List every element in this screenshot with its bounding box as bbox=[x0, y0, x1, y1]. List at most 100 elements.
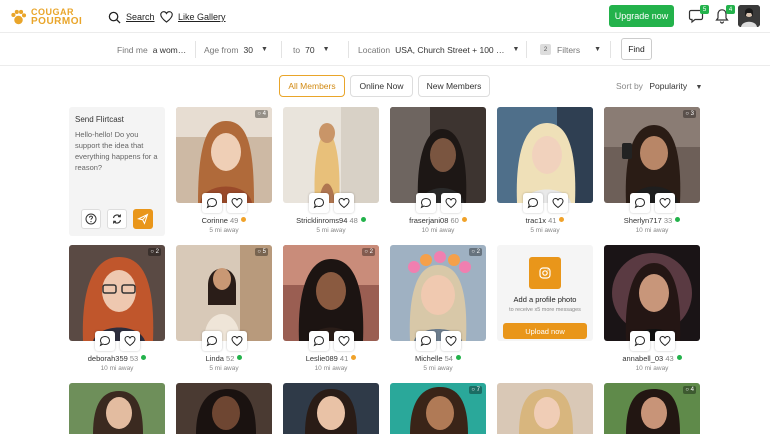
member-photo[interactable]: ○ 4 bbox=[176, 107, 272, 203]
photo-count: ○ 3 bbox=[683, 110, 696, 118]
chat-bubble-icon bbox=[313, 197, 325, 209]
member-name-line: Corinne 49 bbox=[176, 216, 272, 225]
user-avatar[interactable] bbox=[738, 5, 760, 27]
find-button[interactable]: Find bbox=[621, 38, 652, 60]
member-distance: 10 mi away bbox=[635, 365, 669, 372]
member-photo[interactable] bbox=[497, 107, 593, 203]
like-button[interactable] bbox=[227, 193, 247, 213]
chat-button[interactable] bbox=[95, 331, 115, 351]
chat-button[interactable] bbox=[416, 193, 436, 213]
divider bbox=[281, 41, 282, 58]
like-button[interactable] bbox=[334, 193, 354, 213]
upgrade-button[interactable]: Upgrade now bbox=[609, 5, 674, 27]
like-button[interactable] bbox=[655, 331, 675, 351]
find-me-select[interactable]: Find me a wom… bbox=[117, 33, 186, 66]
member-age: 43 bbox=[665, 354, 674, 363]
chat-button[interactable] bbox=[630, 331, 650, 351]
member-photo[interactable]: ○ 2 bbox=[283, 245, 379, 341]
tab-online-now[interactable]: Online Now bbox=[350, 75, 413, 97]
divider bbox=[348, 41, 349, 58]
chat-button[interactable] bbox=[202, 193, 222, 213]
chat-bubble-icon bbox=[313, 335, 325, 347]
flirtcast-refresh-button[interactable] bbox=[107, 209, 127, 229]
chat-bubble-icon bbox=[634, 335, 646, 347]
chat-button[interactable] bbox=[309, 331, 329, 351]
tab-new-members[interactable]: New Members bbox=[418, 75, 490, 97]
member-name: Leslie089 bbox=[305, 354, 338, 363]
logo[interactable]: COUGAR POURMOI bbox=[10, 6, 100, 28]
upload-now-button[interactable]: Upload now bbox=[503, 323, 587, 339]
age-from-select[interactable]: Age from 30 ▼ bbox=[204, 33, 268, 66]
member-age: 41 bbox=[339, 354, 349, 363]
chat-bubble-icon bbox=[527, 197, 539, 209]
member-photo[interactable] bbox=[283, 107, 379, 203]
flirtcast-help-button[interactable] bbox=[81, 209, 101, 229]
sort-by-label: Sort by bbox=[616, 81, 643, 91]
notifications-button[interactable]: 4 bbox=[714, 5, 735, 24]
chevron-down-icon: ▼ bbox=[695, 84, 703, 91]
chat-button[interactable] bbox=[416, 331, 436, 351]
member-photo[interactable] bbox=[176, 383, 272, 434]
location-select[interactable]: Location USA, Church Street + 100 … ▼ bbox=[358, 33, 519, 66]
filters-label: Filters bbox=[557, 44, 581, 55]
sort-by-value: Popularity bbox=[649, 81, 688, 91]
top-header: COUGAR POURMOI Search Like Gallery Upgra… bbox=[0, 0, 770, 33]
member-photo[interactable] bbox=[69, 383, 165, 434]
like-button[interactable] bbox=[120, 331, 140, 351]
member-photo[interactable]: ○ 3 bbox=[604, 107, 700, 203]
member-distance: 5 mi away bbox=[316, 227, 346, 234]
member-photo-image bbox=[69, 383, 165, 434]
like-button[interactable] bbox=[655, 193, 675, 213]
member-photo[interactable] bbox=[497, 383, 593, 434]
send-icon bbox=[137, 213, 149, 225]
member-photo[interactable]: ○ 2 bbox=[390, 245, 486, 341]
age-to-select[interactable]: to 70 ▼ bbox=[293, 33, 330, 66]
sort-by-select[interactable]: Sort by Popularity ▼ bbox=[616, 81, 702, 91]
upload-camera-tile[interactable] bbox=[529, 257, 561, 289]
member-photo[interactable]: ○ 7 bbox=[390, 383, 486, 434]
camera-icon bbox=[539, 267, 551, 279]
refresh-icon bbox=[112, 214, 122, 224]
member-name: Linda bbox=[205, 354, 224, 363]
upload-title: Add a profile photo bbox=[513, 295, 577, 304]
member-photo[interactable]: ○ 2 bbox=[69, 245, 165, 341]
member-age: 33 bbox=[663, 216, 673, 225]
member-photo[interactable]: ○ 5 bbox=[176, 245, 272, 341]
heart-icon bbox=[124, 335, 136, 347]
member-name-line: Michelle 54 bbox=[390, 354, 486, 363]
flirtcast-send-button[interactable] bbox=[133, 209, 153, 229]
chat-button[interactable] bbox=[202, 331, 222, 351]
tab-all-members[interactable]: All Members bbox=[279, 75, 345, 97]
filter-bar: Find me a wom… Age from 30 ▼ to 70 ▼ Loc… bbox=[0, 33, 770, 66]
avatar-photo bbox=[738, 5, 760, 27]
member-name-line: annabell_03 43 bbox=[604, 354, 700, 363]
member-photo[interactable] bbox=[390, 107, 486, 203]
heart-icon bbox=[338, 197, 350, 209]
messages-button[interactable]: 5 bbox=[688, 5, 709, 24]
chat-button[interactable] bbox=[309, 193, 329, 213]
member-photo-image bbox=[390, 245, 486, 341]
heart-icon bbox=[160, 11, 173, 23]
member-photo[interactable] bbox=[604, 245, 700, 341]
member-photo[interactable] bbox=[283, 383, 379, 434]
filters-dropdown[interactable]: 2 Filters ▼ bbox=[540, 33, 601, 66]
age-to-label: to bbox=[293, 44, 301, 55]
like-button[interactable] bbox=[548, 193, 568, 213]
heart-icon bbox=[659, 335, 671, 347]
like-gallery-link[interactable]: Like Gallery bbox=[160, 9, 226, 25]
like-button[interactable] bbox=[441, 193, 461, 213]
member-name-line: Sherlyn717 33 bbox=[604, 216, 700, 225]
member-distance: 10 mi away bbox=[314, 365, 348, 372]
search-link[interactable]: Search bbox=[108, 9, 155, 25]
chat-button[interactable] bbox=[630, 193, 650, 213]
filters-count-badge: 2 bbox=[540, 44, 551, 55]
member-photo-image bbox=[176, 383, 272, 434]
member-name: deborah359 bbox=[87, 354, 128, 363]
chat-button[interactable] bbox=[523, 193, 543, 213]
member-photo-image bbox=[497, 383, 593, 434]
member-photo-image bbox=[176, 107, 272, 203]
like-button[interactable] bbox=[441, 331, 461, 351]
like-button[interactable] bbox=[334, 331, 354, 351]
member-photo[interactable]: ○ 4 bbox=[604, 383, 700, 434]
like-button[interactable] bbox=[227, 331, 247, 351]
